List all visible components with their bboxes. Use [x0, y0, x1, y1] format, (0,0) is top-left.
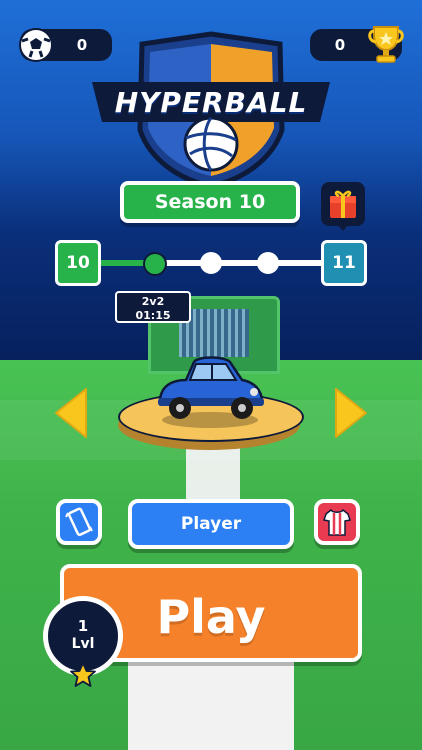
next-level: 11: [332, 253, 356, 273]
trophy-icon: [366, 23, 406, 65]
match-tooltip: 2v2 01:15: [115, 291, 191, 323]
level-number: 1: [77, 617, 89, 635]
player-label: Player: [180, 514, 242, 534]
next-level-box: 11: [321, 240, 367, 286]
current-level-box: 10: [55, 240, 101, 286]
tooltip-time: 01:15: [135, 309, 171, 322]
gift-button[interactable]: [321, 182, 365, 231]
tooltip-mode: 2v2: [141, 295, 165, 308]
arrow-left-icon[interactable]: [52, 385, 90, 445]
season-text: Season 10: [154, 191, 266, 213]
game-title: HYPERBALL: [114, 86, 308, 119]
vibration-toggle-button[interactable]: [56, 499, 102, 545]
level-unit: Lvl: [71, 636, 95, 652]
season-label: Season 10: [120, 181, 300, 223]
play-label: Play: [156, 590, 266, 644]
gift-icon: [327, 188, 359, 224]
jersey-button[interactable]: [314, 499, 360, 545]
gift-pointer: [337, 224, 349, 231]
progress-node: [257, 252, 279, 274]
star-icon: [69, 661, 97, 693]
game-logo: HYPERBALL: [72, 30, 350, 190]
player-car: [150, 350, 270, 430]
player-name-button[interactable]: Player: [128, 499, 294, 549]
progress-node-filled: [143, 252, 167, 276]
current-level: 10: [66, 253, 90, 273]
progress-node: [200, 252, 222, 274]
arrow-right-icon[interactable]: [332, 385, 370, 445]
soccer-ball-icon: [18, 27, 54, 63]
season-progress: 10 11: [55, 240, 367, 288]
jersey-icon: [322, 507, 352, 541]
phone-vibrate-icon: [65, 507, 93, 541]
pitch-line-lower: [128, 660, 294, 750]
